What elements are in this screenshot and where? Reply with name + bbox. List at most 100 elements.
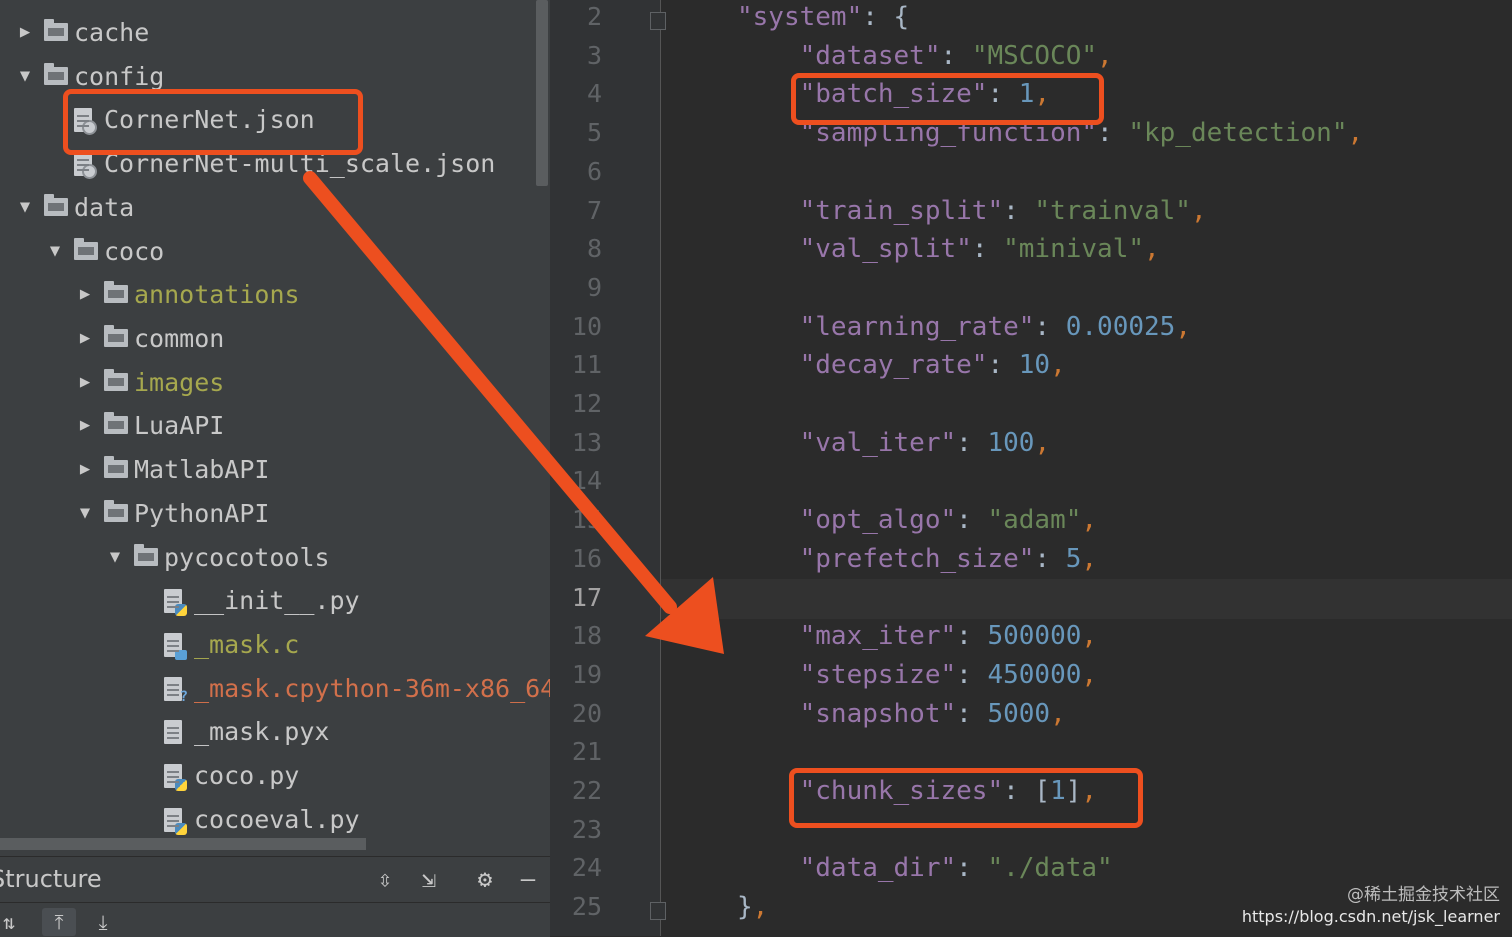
tree-folder[interactable]: ▶ cache [14, 12, 149, 52]
highlight-box-chunk-sizes [789, 768, 1143, 828]
tree-item-label: LuaAPI [134, 410, 225, 440]
expand-down-icon[interactable]: ▼ [14, 66, 36, 86]
expand-right-icon[interactable]: ▶ [74, 372, 96, 392]
folder-icon [104, 369, 128, 393]
code-line[interactable]: "decay_rate": 10, [737, 350, 1066, 380]
tree-folder[interactable]: ▶ annotations [74, 274, 300, 314]
expand-down-icon[interactable]: ▼ [104, 547, 126, 567]
code-token: , [1050, 698, 1066, 729]
structure-toolbar: Structure [0, 856, 550, 901]
tree-folder[interactable]: ▶ common [74, 318, 224, 358]
tree-folder[interactable]: ▶ images [74, 362, 224, 402]
code-line[interactable]: "max_iter": 500000, [737, 621, 1097, 651]
code-line[interactable]: "val_iter": 100, [737, 428, 1050, 458]
folder-icon [44, 19, 68, 43]
expand-right-icon[interactable]: ▶ [74, 328, 96, 348]
code-token: , [1081, 659, 1098, 690]
expand-down-icon[interactable]: ▼ [44, 241, 66, 261]
code-token: "dataset" [737, 40, 941, 71]
code-line[interactable]: }, [737, 892, 768, 922]
line-number: 5 [586, 118, 602, 148]
code-line[interactable]: "opt_algo": "adam", [737, 505, 1097, 535]
tree-folder[interactable]: ▶ MatlabAPI [74, 449, 270, 489]
folder-icon [74, 238, 98, 262]
line-number: 9 [586, 272, 602, 302]
tree-folder[interactable]: ▼ coco [44, 231, 164, 271]
tree-folder[interactable]: ▼ PythonAPI [74, 493, 270, 533]
line-number: 8 [586, 234, 602, 264]
highlight-box-batch-size [791, 73, 1104, 125]
line-number: 7 [586, 195, 602, 225]
collapse-all-icon[interactable]: ⇲ [414, 864, 444, 894]
tree-file[interactable]: cocoeval.py [134, 799, 360, 839]
code-line[interactable]: "system": { [737, 2, 909, 32]
project-vertical-scrollbar[interactable] [536, 0, 548, 186]
folder-icon [44, 194, 68, 218]
code-token: "data_dir" [737, 853, 957, 884]
project-horizontal-scrollbar[interactable] [0, 838, 366, 850]
tree-file[interactable]: coco.py [134, 755, 299, 795]
line-number: 23 [571, 814, 602, 844]
tree-folder[interactable]: ▶ LuaAPI [74, 405, 224, 445]
line-number: 4 [586, 79, 602, 109]
minimize-icon[interactable]: — [513, 864, 543, 894]
tree-item-label: cache [74, 17, 150, 47]
navigate-down-icon[interactable]: ⤓ [86, 908, 120, 936]
c-file-icon [164, 633, 188, 660]
line-number: 18 [571, 621, 602, 651]
text-file-icon [164, 720, 188, 744]
code-token: : { [862, 2, 910, 32]
line-number: 6 [586, 156, 602, 186]
code-token: , [1097, 40, 1113, 71]
tree-item-label: _mask.c [194, 629, 300, 659]
folder-icon [104, 325, 128, 349]
code-token: "val_split" [737, 234, 972, 265]
tree-item-label: cocoeval.py [194, 804, 360, 834]
tree-folder[interactable]: ▼ pycocotools [104, 537, 330, 577]
gutter-separator [660, 0, 661, 936]
code-line[interactable]: "snapshot": 5000, [737, 699, 1066, 729]
python-file-icon [164, 808, 188, 835]
unknown-file-icon: ? [164, 677, 188, 705]
expand-all-icon[interactable]: ⇳ [370, 864, 400, 894]
expand-right-icon[interactable]: ▶ [74, 284, 96, 304]
line-number: 3 [586, 40, 602, 70]
tree-item-label: annotations [134, 279, 300, 309]
gear-icon[interactable]: ⚙ [470, 864, 500, 894]
code-token: : [956, 659, 988, 690]
tree-file[interactable]: _mask.c [134, 624, 299, 664]
code-line[interactable]: "prefetch_size": 5, [737, 544, 1097, 574]
code-token: "stepsize" [737, 659, 957, 690]
tree-file[interactable]: _mask.pyx [134, 711, 329, 751]
code-token: : [956, 505, 988, 536]
expand-right-icon[interactable]: ▶ [74, 459, 96, 479]
navigate-up-icon[interactable]: ⤒ [42, 908, 76, 936]
code-line[interactable]: "dataset": "MSCOCO", [737, 41, 1113, 71]
code-token: : [1034, 311, 1066, 342]
fold-marker-icon[interactable] [650, 12, 666, 30]
code-line[interactable]: "train_split": "trainval", [737, 196, 1207, 226]
tree-item-label: pycocotools [164, 542, 330, 572]
code-token: , [1034, 427, 1051, 458]
tree-item-label: coco.py [194, 760, 300, 790]
code-line[interactable]: "stepsize": 450000, [737, 660, 1097, 690]
expand-right-icon[interactable]: ▶ [14, 22, 36, 42]
code-line[interactable]: "data_dir": "./data" [737, 853, 1113, 883]
expand-down-icon[interactable]: ▼ [74, 503, 96, 523]
code-token: "adam" [987, 505, 1082, 536]
tree-file[interactable]: __init__.py [134, 580, 360, 620]
tree-file[interactable]: ? _mask.cpython-36m-x86_64 [134, 668, 550, 708]
code-token: : [1003, 195, 1035, 226]
code-token: 450000 [987, 659, 1082, 690]
tree-folder[interactable]: ▼ data [14, 187, 134, 227]
code-line[interactable]: "learning_rate": 0.00025, [737, 312, 1191, 342]
sort-alpha-icon[interactable]: ⇅ [0, 908, 26, 936]
expand-right-icon[interactable]: ▶ [74, 415, 96, 435]
code-token: , [1175, 311, 1191, 342]
code-line[interactable]: "val_split": "minival", [737, 234, 1160, 264]
fold-marker-icon[interactable] [650, 902, 666, 920]
expand-down-icon[interactable]: ▼ [14, 197, 36, 217]
tree-item-label: __init__.py [194, 585, 360, 615]
code-token: "learning_rate" [737, 311, 1035, 342]
folder-icon [44, 63, 68, 87]
